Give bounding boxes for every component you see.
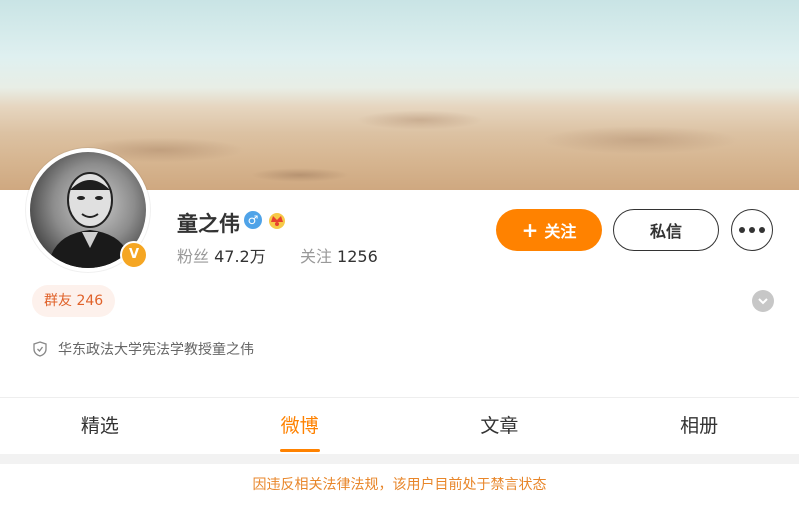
profile-name: 童之伟 — [177, 212, 240, 236]
tab-albums[interactable]: 相册 — [599, 398, 799, 454]
tab-weibo[interactable]: 微博 — [200, 398, 400, 454]
plus-icon: + — [521, 218, 539, 242]
followers-label: 粉丝 — [177, 247, 210, 266]
profile-tabs: 精选 微博 文章 相册 — [0, 398, 799, 454]
bio-text: 华东政法大学宪法学教授童之伟 — [58, 342, 254, 358]
followers-count[interactable]: 47.2万 — [214, 247, 266, 266]
following-label: 关注 — [299, 247, 332, 266]
active-tab-indicator — [279, 449, 320, 452]
following-count[interactable]: 1256 — [337, 247, 378, 266]
group-friends-badge[interactable]: 群友 246 — [32, 285, 116, 317]
more-icon — [739, 227, 745, 233]
crown-icon — [267, 210, 287, 230]
section-separator — [0, 454, 799, 464]
more-button[interactable] — [731, 209, 773, 251]
message-button[interactable]: 私信 — [613, 209, 719, 251]
profile-stats: 粉丝 47.2万 关注 1256 — [177, 243, 378, 267]
verified-icon: V — [120, 241, 148, 269]
male-icon: ♂ — [244, 211, 262, 229]
shield-icon — [33, 341, 47, 357]
follow-button[interactable]: + 关注 — [496, 209, 602, 251]
follow-label: 关注 — [544, 222, 577, 241]
chevron-down-icon[interactable] — [752, 290, 774, 312]
tab-articles[interactable]: 文章 — [400, 398, 600, 454]
tab-featured[interactable]: 精选 — [0, 398, 200, 454]
ban-notice: 因违反相关法律法规，该用户目前处于禁言状态 — [252, 477, 547, 493]
